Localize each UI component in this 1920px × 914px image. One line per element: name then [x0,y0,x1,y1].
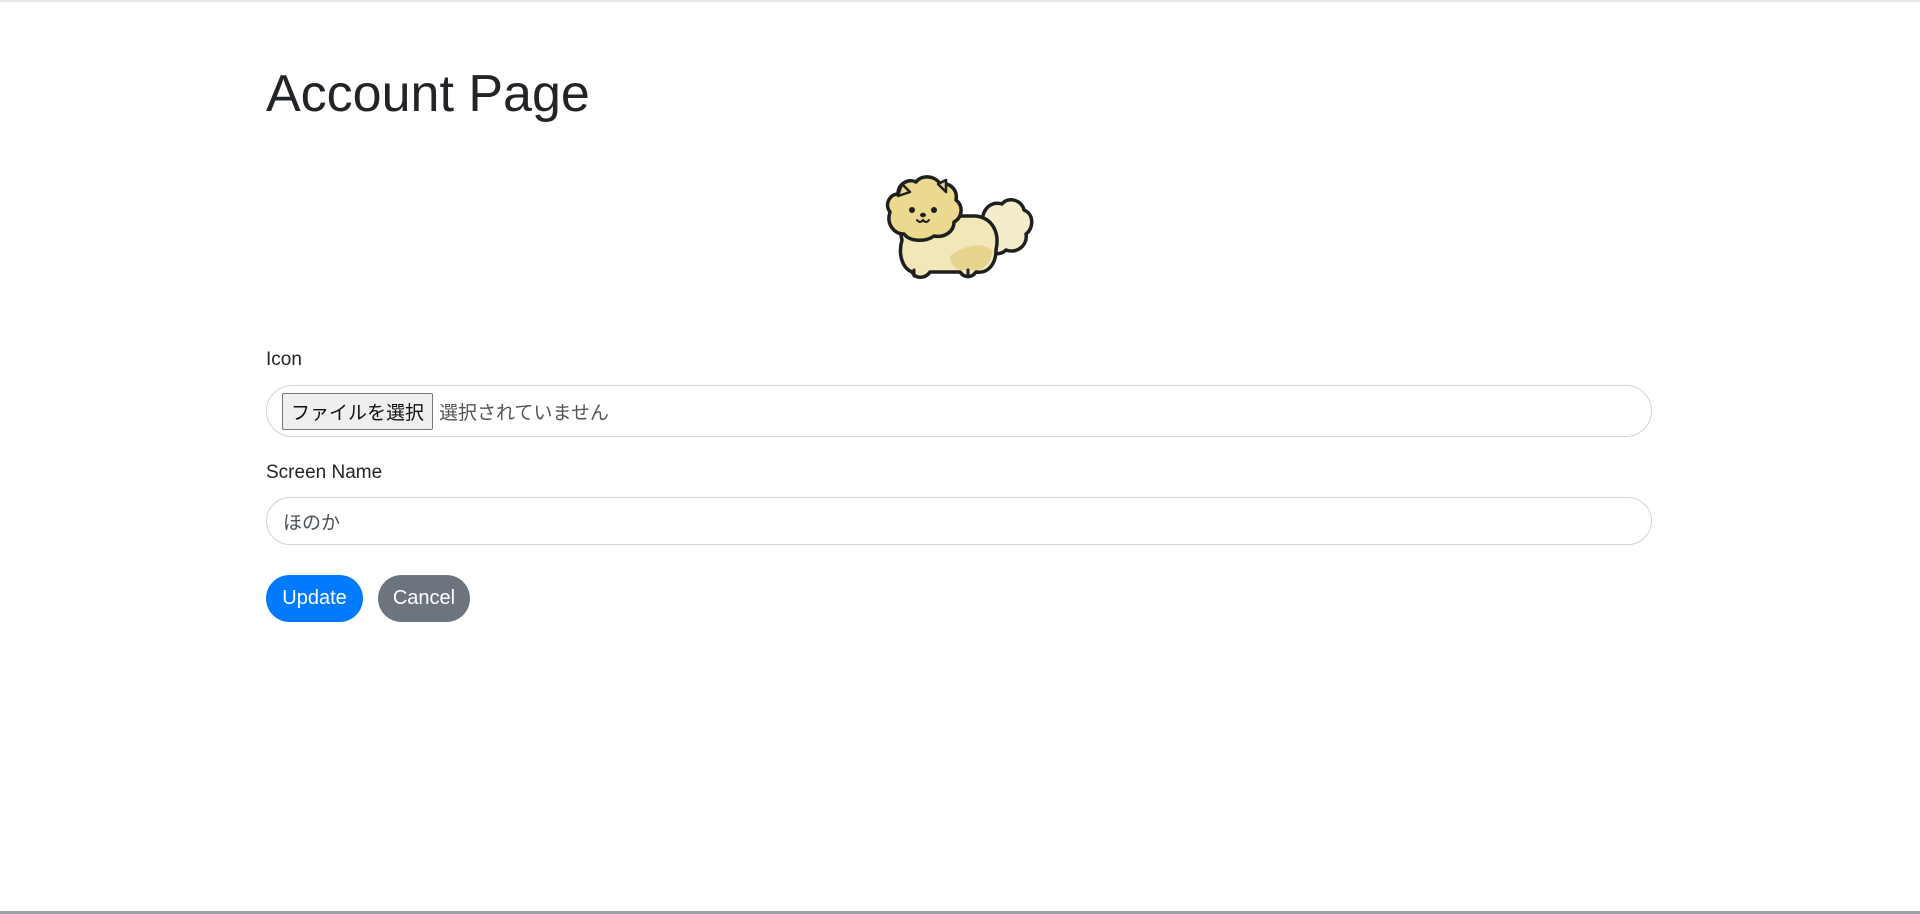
cancel-button[interactable]: Cancel [378,575,470,622]
icon-file-input[interactable]: ファイルを選択 選択されていません [266,385,1652,437]
icon-field-label: Icon [266,349,302,370]
screen-name-label: Screen Name [266,462,383,483]
avatar-container [266,170,1654,285]
pomeranian-dog-avatar-icon [885,175,1034,279]
update-button[interactable]: Update [266,575,363,622]
file-status-text: 選択されていません [439,401,609,424]
screen-name-input[interactable] [266,497,1652,545]
choose-file-button[interactable]: ファイルを選択 [282,392,434,430]
page-title: Account Page [266,65,590,123]
top-border [0,0,1920,2]
